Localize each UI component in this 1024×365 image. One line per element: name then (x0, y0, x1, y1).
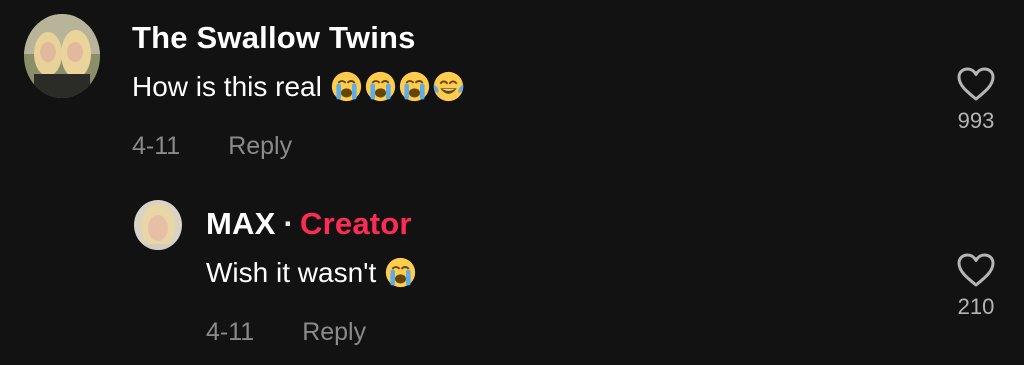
comment-text: How is this real (132, 70, 466, 103)
comment-date: 4-11 (132, 132, 181, 160)
username-label: MAX (206, 206, 276, 241)
separator-dot: · (283, 206, 295, 241)
comment-username[interactable]: The Swallow Twins (132, 20, 416, 56)
comment-text-label: How is this real (132, 70, 322, 102)
like-count: 210 (957, 294, 995, 319)
like-button[interactable]: 993 (946, 66, 1006, 134)
face-with-tears-of-joy-icon (432, 70, 465, 103)
comment-username[interactable]: MAX · Creator (206, 206, 412, 242)
heart-icon[interactable] (956, 252, 996, 288)
avatar-image (134, 200, 182, 250)
heart-icon[interactable] (956, 66, 996, 102)
loudly-crying-face-icon (398, 70, 431, 103)
creator-badge: Creator (300, 206, 412, 241)
comment-item: The Swallow Twins How is this real 4-11 R… (0, 0, 1024, 180)
like-count: 993 (957, 108, 995, 133)
comment-meta: 4-11 Reply (132, 132, 292, 161)
comment-text-label: Wish it wasn't (206, 256, 377, 288)
reply-comment-item: MAX · Creator Wish it wasn't 4-11 Reply 210 (0, 180, 1024, 365)
reply-button[interactable]: Reply (302, 318, 366, 346)
reply-button[interactable]: Reply (228, 132, 292, 160)
like-button[interactable]: 210 (946, 252, 1006, 320)
loudly-crying-face-icon (364, 70, 397, 103)
avatar-image (24, 14, 100, 98)
comment-date: 4-11 (206, 318, 255, 346)
username-label: The Swallow Twins (132, 20, 416, 55)
comment-text: Wish it wasn't (206, 256, 418, 289)
loudly-crying-face-icon (384, 256, 417, 289)
loudly-crying-face-icon (330, 70, 363, 103)
avatar[interactable] (24, 14, 100, 98)
avatar[interactable] (134, 200, 182, 250)
comment-meta: 4-11 Reply (206, 318, 366, 347)
